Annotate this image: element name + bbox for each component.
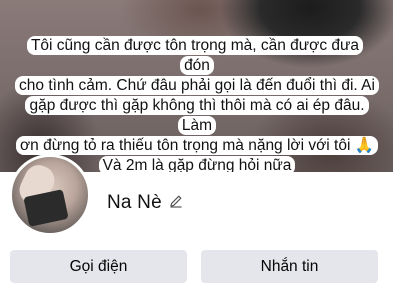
call-button-label: Gọi điện bbox=[69, 257, 128, 275]
avatar[interactable] bbox=[9, 154, 91, 236]
cover-caption: Tôi cũng cần được tôn trọng mà, cần được… bbox=[14, 36, 380, 172]
profile-name: Na Nè bbox=[107, 192, 162, 213]
caption-line: cho tình cảm. Chứ đâu phải gọi là đến đu… bbox=[15, 76, 379, 95]
cover-photo[interactable]: Tôi cũng cần được tôn trọng mà, cần được… bbox=[0, 0, 393, 172]
message-button[interactable]: Nhắn tin bbox=[201, 250, 378, 283]
message-button-label: Nhắn tin bbox=[260, 257, 319, 275]
pencil-edit-icon[interactable] bbox=[168, 193, 184, 209]
caption-line: gặp được thì gặp không thì thôi mà có ai… bbox=[25, 96, 369, 135]
caption-line: Tôi cũng cần được tôn trọng mà, cần được… bbox=[26, 36, 364, 75]
call-button[interactable]: Gọi điện bbox=[10, 250, 187, 283]
caption-line: ơn đừng tỏ ra thiếu tôn trọng mà nặng lờ… bbox=[16, 136, 378, 155]
caption-line: Và 2m là gặp đừng hỏi nữa bbox=[98, 156, 296, 172]
